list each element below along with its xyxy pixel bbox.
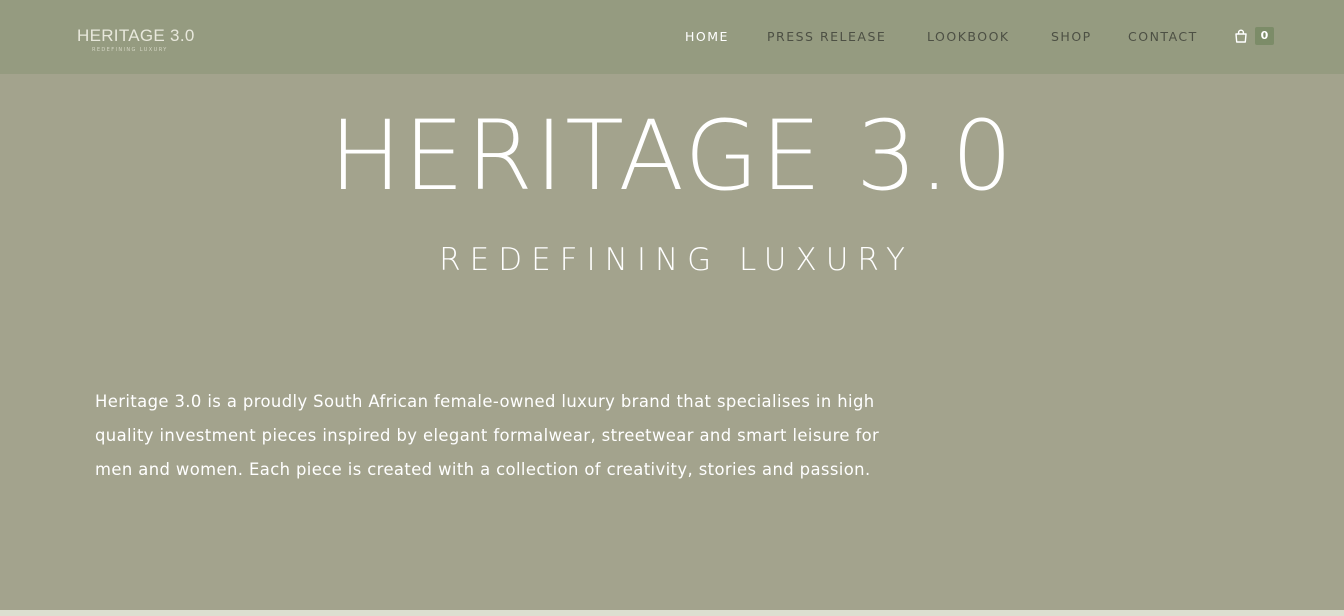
hero-subtitle: REDEFINING LUXURY bbox=[439, 242, 914, 278]
nav-item-press-release[interactable]: PRESS RELEASE bbox=[767, 28, 886, 46]
site-header: HERITAGE 3.0 REDEFINING LUXURY HOME PRES… bbox=[0, 0, 1344, 74]
logo-wordmark: HERITAGE 3.0 bbox=[77, 26, 195, 45]
nav-item-contact[interactable]: CONTACT bbox=[1128, 28, 1198, 46]
hero-title: HERITAGE 3.0 bbox=[329, 100, 1015, 212]
site-logo[interactable]: HERITAGE 3.0 REDEFINING LUXURY bbox=[77, 26, 217, 58]
nav-item-home[interactable]: HOME bbox=[685, 28, 729, 46]
nav-item-lookbook[interactable]: LOOKBOOK bbox=[927, 28, 1010, 46]
nav-item-shop[interactable]: SHOP bbox=[1051, 28, 1092, 46]
brand-intro-paragraph: Heritage 3.0 is a proudly South African … bbox=[95, 392, 880, 479]
logo-tagline: REDEFINING LUXURY bbox=[92, 47, 168, 53]
cart-count-badge[interactable]: 0 bbox=[1255, 27, 1274, 45]
shopping-bag-icon[interactable] bbox=[1234, 28, 1248, 43]
section-divider bbox=[0, 610, 1344, 616]
